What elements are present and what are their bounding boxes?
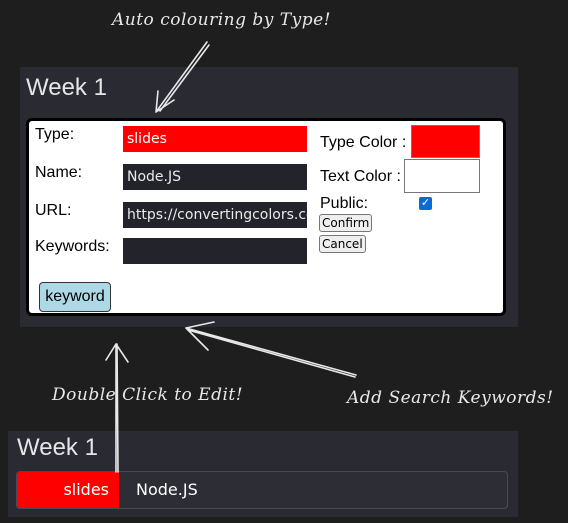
type-label: Type: xyxy=(35,126,75,143)
name-input[interactable]: Node.JS xyxy=(123,164,307,190)
week-card-editing: Week 1 Type: slides Name: Node.JS URL: h… xyxy=(20,67,518,327)
public-label: Public: xyxy=(320,195,369,212)
annotation-double-click: Double Click to Edit! xyxy=(52,385,244,405)
annotation-auto-colouring: Auto colouring by Type! xyxy=(112,10,331,30)
annotation-add-keywords: Add Search Keywords! xyxy=(347,388,554,408)
public-checkbox[interactable]: ✓ xyxy=(419,197,432,210)
week-card-preview: Week 1 slides Node.JS xyxy=(8,431,518,517)
week-title-preview: Week 1 xyxy=(17,434,98,461)
arrow-add-keywords xyxy=(185,321,357,378)
keyword-button[interactable]: keyword xyxy=(39,282,111,312)
type-color-picker[interactable] xyxy=(411,125,480,158)
edit-form: Type: slides Name: Node.JS URL: https://… xyxy=(26,118,506,316)
keywords-input[interactable] xyxy=(123,238,307,264)
confirm-button[interactable]: Confirm xyxy=(319,214,373,232)
type-color-label: Type Color : xyxy=(320,134,407,151)
keywords-label: Keywords: xyxy=(35,238,110,255)
text-color-label: Text Color : xyxy=(320,168,401,185)
resource-row[interactable]: slides Node.JS xyxy=(16,471,508,509)
name-label: Name: xyxy=(35,164,83,181)
cancel-button[interactable]: Cancel xyxy=(319,235,366,253)
url-input[interactable]: https://convertingcolors.com xyxy=(123,202,307,228)
resource-name: Node.JS xyxy=(136,480,198,499)
text-color-picker[interactable] xyxy=(404,159,480,193)
week-title: Week 1 xyxy=(26,74,107,101)
type-input[interactable]: slides xyxy=(123,126,307,152)
url-label: URL: xyxy=(35,202,72,219)
type-chip: slides xyxy=(17,472,119,508)
